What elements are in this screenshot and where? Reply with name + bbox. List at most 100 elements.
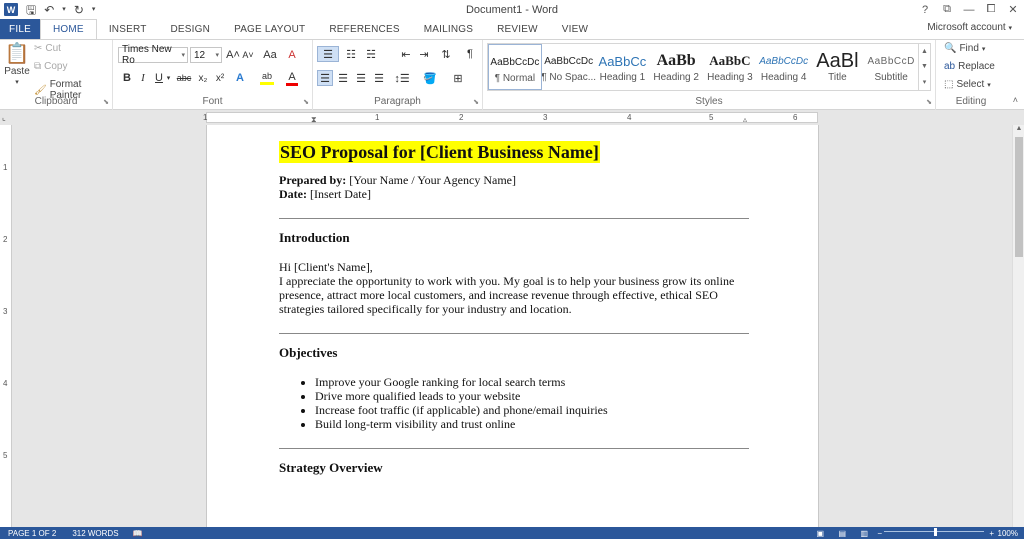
style-no-spacing[interactable]: AaBbCcDc ¶ No Spac...	[542, 44, 596, 90]
find-label: Find	[959, 43, 979, 54]
paste-button[interactable]: 📋 Paste ▾	[4, 43, 30, 86]
zoom-in-icon[interactable]: +	[989, 529, 994, 538]
style-heading-4[interactable]: AaBbCcDc Heading 4	[757, 44, 811, 90]
right-indent-marker-icon[interactable]: ▵	[743, 115, 747, 124]
tab-insert[interactable]: INSERT	[97, 19, 159, 39]
word-count[interactable]: 312 WORDS	[72, 529, 118, 538]
minimize-button[interactable]: —	[958, 0, 980, 19]
cut-button[interactable]: ✂ Cut	[34, 43, 61, 54]
align-right-button[interactable]: ☰	[353, 70, 369, 86]
ribbon-display-options-button[interactable]: ⧉	[936, 0, 958, 19]
account-button[interactable]: Microsoft account ▾	[927, 22, 1012, 33]
align-left-button[interactable]: ☰	[317, 70, 333, 86]
gallery-up-icon[interactable]: ▲	[921, 48, 928, 55]
tab-view[interactable]: VIEW	[550, 19, 600, 39]
gallery-down-icon[interactable]: ▼	[921, 63, 928, 70]
find-button[interactable]: 🔍 Find ▾	[944, 43, 985, 54]
help-button[interactable]: ?	[914, 0, 936, 19]
ruler-number: 4	[627, 113, 632, 122]
styles-launcher-icon[interactable]: ⬊	[926, 98, 932, 106]
proofing-icon[interactable]: 📖	[133, 529, 143, 538]
justify-button[interactable]: ☰	[371, 70, 387, 86]
zoom-level[interactable]: 100%	[998, 529, 1018, 538]
restore-button[interactable]: ⧠	[980, 0, 1002, 19]
sort-button[interactable]: ⇅	[439, 46, 453, 62]
tab-design[interactable]: DESIGN	[159, 19, 223, 39]
highlight-color-button[interactable]: ab	[259, 70, 275, 86]
read-mode-icon[interactable]: ▣	[816, 529, 824, 538]
style-heading-3[interactable]: AaBbC Heading 3	[703, 44, 757, 90]
undo-dropdown-icon[interactable]: ▾	[62, 4, 66, 16]
strikethrough-button[interactable]: abc	[175, 70, 193, 86]
indent-marker-icon[interactable]: ⧗	[311, 115, 317, 125]
font-family-select[interactable]: Times New Ro ▾	[118, 44, 188, 66]
text-effects-button[interactable]: A	[233, 70, 247, 86]
collapse-ribbon-icon[interactable]: ˄	[1013, 95, 1018, 105]
redo-icon[interactable]: ↻	[74, 4, 84, 16]
clipboard-launcher-icon[interactable]: ⬊	[103, 98, 109, 106]
style-sample: AaBbCcDc	[759, 55, 809, 67]
chevron-down-icon: ▾	[181, 52, 185, 59]
underline-button[interactable]: U	[153, 70, 165, 86]
undo-icon[interactable]: ↶	[44, 4, 54, 16]
decrease-indent-button[interactable]: ⇤	[399, 46, 413, 62]
bullets-button[interactable]: ☰	[317, 46, 339, 62]
tab-home[interactable]: HOME	[40, 19, 97, 39]
web-layout-icon[interactable]: ▥	[860, 529, 868, 538]
change-case-button[interactable]: Aa	[261, 47, 279, 63]
tab-references[interactable]: REFERENCES	[317, 19, 411, 39]
font-launcher-icon[interactable]: ⬊	[303, 98, 309, 106]
copy-button[interactable]: ⧉ Copy	[34, 61, 68, 72]
gallery-more-icon[interactable]: ▾	[923, 78, 927, 86]
tab-mailings[interactable]: MAILINGS	[412, 19, 485, 39]
style-title[interactable]: AaBl Title	[811, 44, 865, 90]
grow-font-button[interactable]: A˄	[226, 47, 240, 63]
paragraph-launcher-icon[interactable]: ⬊	[473, 98, 479, 106]
style-subtitle[interactable]: AaBbCcD Subtitle	[864, 44, 918, 90]
underline-dropdown-icon[interactable]: ▾	[165, 70, 172, 86]
zoom-slider-thumb[interactable]	[934, 528, 937, 536]
font-size-value: 12	[194, 49, 206, 61]
tab-file[interactable]: FILE	[0, 19, 40, 39]
horizontal-ruler[interactable]: 1 1 2 3 4 5 6 7 ⧗ ▵	[203, 112, 818, 125]
select-button[interactable]: ⬚ Select ▾	[944, 79, 991, 90]
shading-button[interactable]: 🪣	[421, 70, 439, 86]
replace-button[interactable]: ab Replace	[944, 61, 995, 72]
increase-indent-button[interactable]: ⇥	[417, 46, 431, 62]
vertical-scrollbar[interactable]: ▲	[1012, 125, 1024, 527]
align-center-button[interactable]: ☰	[335, 70, 351, 86]
line-spacing-button[interactable]: ↕☰	[393, 70, 411, 86]
print-layout-icon[interactable]: ▤	[838, 529, 846, 538]
page-count[interactable]: PAGE 1 OF 2	[8, 529, 56, 538]
scroll-up-icon[interactable]: ▲	[1013, 125, 1024, 132]
superscript-button[interactable]: x²	[213, 70, 227, 86]
zoom-out-icon[interactable]: −	[877, 529, 882, 538]
style-heading-1[interactable]: AaBbCc Heading 1	[596, 44, 650, 90]
save-icon[interactable]: 🖫	[26, 4, 36, 16]
tab-review[interactable]: REVIEW	[485, 19, 550, 39]
italic-button[interactable]: I	[137, 70, 149, 86]
style-normal[interactable]: AaBbCcDc ¶ Normal	[488, 44, 542, 90]
font-color-button[interactable]: A	[285, 70, 299, 86]
borders-button[interactable]: ⊞	[449, 70, 467, 86]
scrollbar-thumb[interactable]	[1015, 137, 1023, 257]
bold-button[interactable]: B	[121, 70, 133, 86]
tab-page-layout[interactable]: PAGE LAYOUT	[222, 19, 317, 39]
show-formatting-button[interactable]: ¶	[463, 46, 477, 62]
multilevel-list-button[interactable]: ☵	[363, 46, 379, 62]
close-button[interactable]: ✕	[1002, 0, 1024, 19]
font-size-select[interactable]: 12 ▾	[190, 47, 222, 63]
ruler-number: 2	[459, 113, 464, 122]
style-heading-2[interactable]: AaBb Heading 2	[649, 44, 703, 90]
shrink-font-button[interactable]: A˅	[241, 47, 255, 63]
clear-formatting-button[interactable]: A	[285, 47, 299, 63]
tab-selector-icon[interactable]: ⌞	[2, 113, 6, 122]
list-item: Improve your Google ranking for local se…	[315, 375, 749, 389]
document-body[interactable]: SEO Proposal for [Client Business Name] …	[279, 141, 749, 476]
customize-toolbar-icon[interactable]: ▾	[92, 4, 96, 16]
document-page[interactable]: SEO Proposal for [Client Business Name] …	[206, 125, 819, 527]
style-sample: AaBbCc	[598, 53, 647, 69]
numbering-button[interactable]: ☷	[343, 46, 359, 62]
font-color-swatch	[286, 82, 298, 86]
subscript-button[interactable]: x₂	[196, 70, 210, 86]
